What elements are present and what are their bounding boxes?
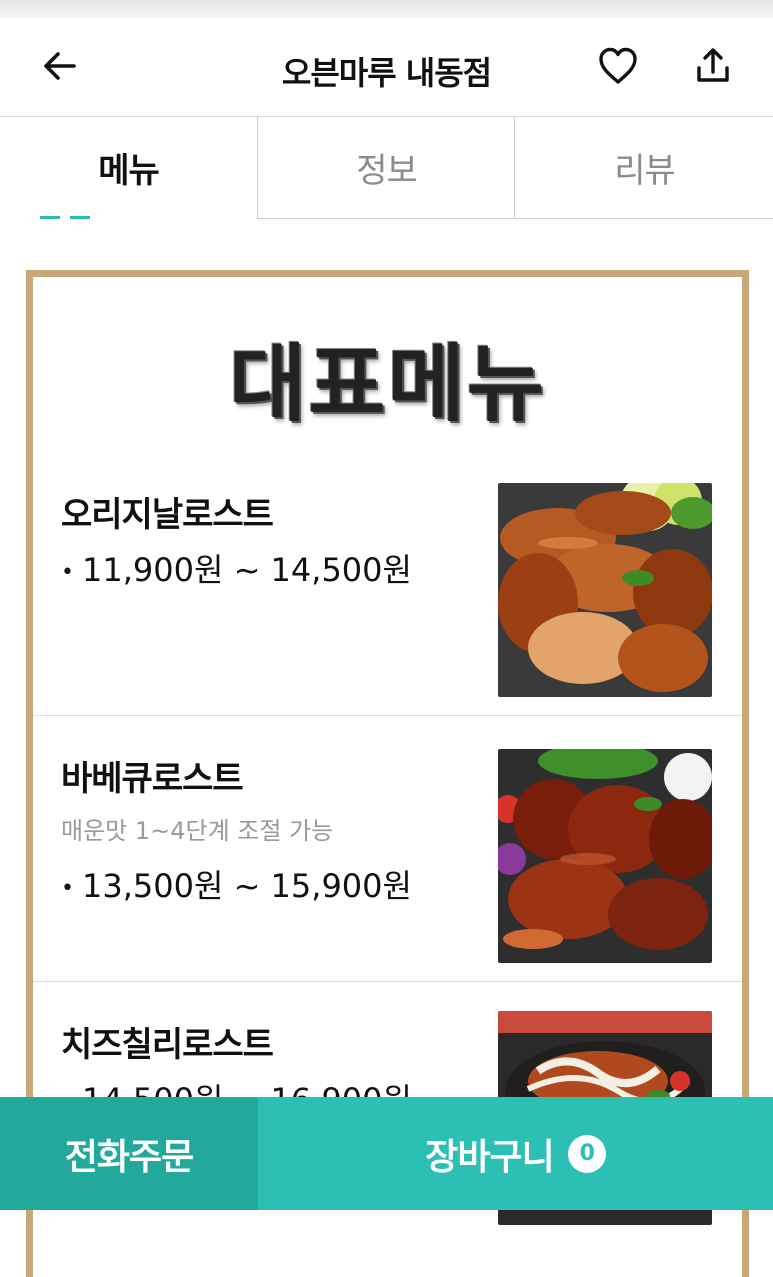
app-header: 오븐마루 내동점 [0, 18, 773, 117]
tab-info[interactable]: 정보 [257, 116, 515, 219]
menu-item-name: 오리지날로스트 [61, 495, 274, 535]
tab-menu[interactable]: 메뉴 [0, 116, 257, 218]
cart-label: 장바구니 [425, 1136, 554, 1178]
menu-item-photo [498, 749, 712, 963]
cart-button[interactable]: 장바구니 0 [258, 1097, 773, 1210]
menu-item-price: • 11,900원 ~ 14,500원 [61, 551, 412, 589]
page-title: 오븐마루 내동점 [281, 54, 492, 92]
status-bar [0, 0, 773, 18]
tab-review[interactable]: 리뷰 [514, 116, 773, 219]
menu-item-photo [498, 483, 712, 697]
menu-item-description: 매운맛 1~4단계 조절 가능 [61, 817, 334, 845]
cart-count-badge: 0 [567, 1134, 606, 1173]
menu-item-name: 치즈칠리로스트 [61, 1025, 274, 1065]
active-tab-indicator [40, 216, 90, 219]
menu-item-original-roast[interactable]: 오리지날로스트 • 11,900원 ~ 14,500원 [33, 449, 742, 715]
tab-bar: 메뉴 정보 리뷰 [0, 116, 773, 219]
bottom-action-bar: 전화주문 장바구니 0 [0, 1097, 773, 1210]
menu-item-bbq-roast[interactable]: 바베큐로스트 매운맛 1~4단계 조절 가능 • 13,500원 ~ 15,900… [33, 715, 742, 981]
phone-order-button[interactable]: 전화주문 [0, 1097, 258, 1210]
share-upload-icon [697, 48, 729, 82]
menu-item-price: • 13,500원 ~ 15,900원 [61, 867, 412, 905]
share-button[interactable] [683, 36, 743, 96]
heart-outline-icon [599, 47, 637, 84]
favorite-button[interactable] [588, 36, 648, 96]
menu-item-name: 바베큐로스트 [61, 759, 244, 799]
signature-menu-banner: 대표메뉴 [228, 335, 547, 433]
